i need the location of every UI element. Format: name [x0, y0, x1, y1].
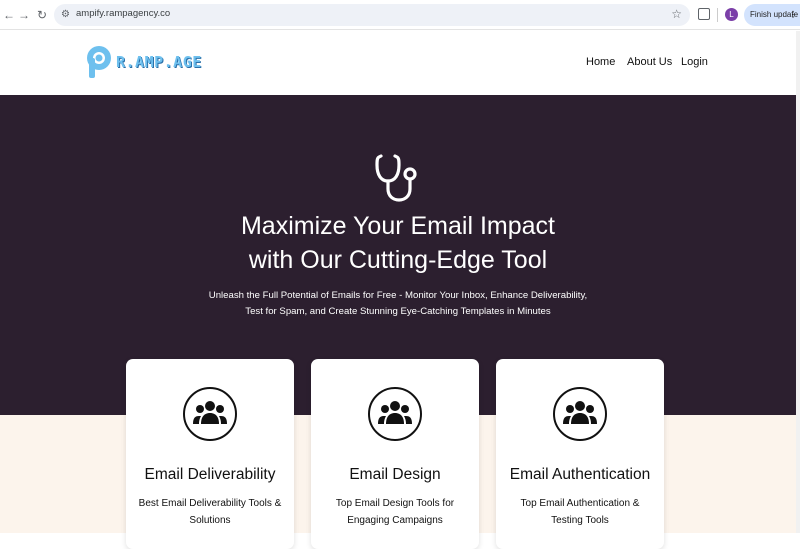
card-subtitle-line-2: Engaging Campaigns	[347, 515, 443, 526]
nav-login[interactable]: Login	[681, 56, 708, 68]
stethoscope-icon	[375, 154, 417, 202]
extensions-icon[interactable]	[698, 8, 710, 20]
browser-toolbar: ← → ↻ ⚙ ampify.rampagency.co ☆ L Finish …	[0, 0, 800, 30]
card-subtitle: Top Email Design Tools for Engaging Camp…	[321, 495, 469, 529]
hero-title-line-1: Maximize Your Email Impact	[240, 212, 555, 240]
site-info-icon[interactable]: ⚙	[61, 9, 73, 21]
nav-home[interactable]: Home	[586, 56, 615, 68]
toolbar-divider	[717, 8, 718, 22]
site-logo[interactable]: R.AMP.AGE	[85, 44, 201, 82]
forward-arrow-icon[interactable]: →	[17, 8, 31, 22]
back-arrow-icon[interactable]: ←	[2, 8, 16, 22]
card-title: Email Deliverability	[144, 466, 276, 483]
card-subtitle-line-2: Solutions	[189, 515, 231, 526]
hero-title-line-2: with Our Cutting-Edge Tool	[248, 246, 548, 274]
feature-card-authentication[interactable]: Email Authentication Top Email Authentic…	[496, 359, 664, 549]
bookmark-star-icon[interactable]: ☆	[671, 7, 682, 21]
card-subtitle: Best Email Deliverability Tools & Soluti…	[136, 495, 284, 529]
card-title: Email Authentication	[509, 466, 651, 483]
card-subtitle: Top Email Authentication & Testing Tools	[506, 495, 654, 529]
site-header: R.AMP.AGE Home About Us Login	[0, 31, 800, 95]
card-subtitle-line-1: Top Email Authentication &	[520, 498, 640, 509]
logo-text: R.AMP.AGE	[116, 53, 202, 71]
hero-subtitle-line-2: Test for Spam, and Create Stunning Eye-C…	[245, 306, 551, 317]
logo-mark-icon	[87, 46, 111, 78]
reload-icon[interactable]: ↻	[35, 8, 49, 22]
users-group-icon	[553, 387, 607, 441]
feature-card-design[interactable]: Email Design Top Email Design Tools for …	[311, 359, 479, 549]
url-text[interactable]: ampify.rampagency.co	[76, 8, 170, 19]
address-bar[interactable]: ⚙ ampify.rampagency.co ☆	[54, 4, 690, 26]
feature-card-deliverability[interactable]: Email Deliverability Best Email Delivera…	[126, 359, 294, 549]
card-subtitle-line-1: Top Email Design Tools for	[335, 498, 455, 509]
card-subtitle-line-2: Testing Tools	[551, 515, 609, 526]
users-group-icon	[183, 387, 237, 441]
more-menu-icon[interactable]: ⋮	[789, 4, 797, 26]
hero-subtitle-line-1: Unleash the Full Potential of Emails for…	[208, 290, 588, 301]
card-subtitle-line-1: Best Email Deliverability Tools &	[138, 498, 282, 509]
nav-about-us[interactable]: About Us	[627, 56, 672, 68]
page-scrollbar[interactable]	[796, 31, 800, 533]
finish-update-button[interactable]: Finish update ⋮	[744, 4, 800, 26]
users-group-icon	[368, 387, 422, 441]
card-title: Email Design	[349, 466, 441, 483]
profile-avatar[interactable]: L	[725, 8, 738, 21]
